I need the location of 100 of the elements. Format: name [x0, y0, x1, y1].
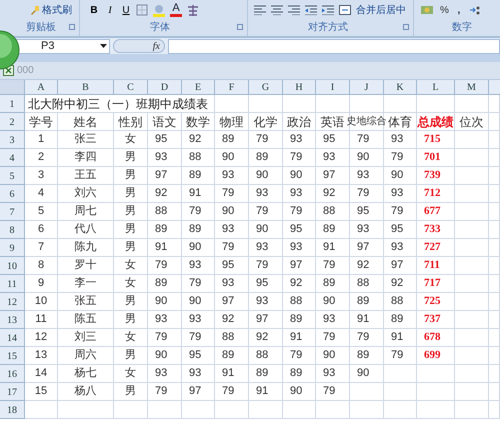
table-cell: 89: [215, 347, 249, 365]
row-header[interactable]: 11: [0, 275, 25, 293]
table-cell: 93: [384, 239, 417, 257]
insert-function-button[interactable]: fx: [152, 38, 160, 54]
underline-button[interactable]: U: [120, 2, 132, 18]
table-cell: 89: [350, 293, 384, 311]
table-cell: 92: [182, 131, 215, 149]
row-header[interactable]: 5: [0, 167, 25, 185]
decimal-icon[interactable]: [468, 4, 481, 16]
column-header[interactable]: E: [182, 80, 215, 94]
table-cell: 93: [316, 149, 350, 167]
font-color-button[interactable]: A: [172, 3, 180, 14]
row-header[interactable]: 18: [0, 401, 25, 419]
row-header[interactable]: 8: [0, 221, 25, 239]
table-cell: [384, 95, 417, 113]
table-cell: 79: [215, 185, 249, 203]
table-cell: 97: [283, 257, 316, 275]
table-cell: 9: [25, 275, 58, 293]
decrease-indent-icon[interactable]: [305, 5, 317, 15]
bold-button[interactable]: B: [88, 2, 100, 18]
column-header[interactable]: B: [58, 80, 114, 94]
column-header[interactable]: G: [249, 80, 283, 94]
row-header[interactable]: 9: [0, 239, 25, 257]
column-header[interactable]: H: [283, 80, 316, 94]
table-cell: [283, 401, 316, 419]
row-header[interactable]: 14: [0, 329, 25, 347]
table-cell: [489, 257, 500, 275]
table-cell: [455, 203, 489, 221]
table-cell: 93: [350, 221, 384, 239]
row-header[interactable]: 1: [0, 95, 25, 113]
table-cell: 89: [182, 167, 215, 185]
merge-center-button[interactable]: 合并后居中: [356, 2, 406, 18]
table-cell: 陈五: [58, 311, 114, 329]
sheet-title: 北大附中初三（一）班期中成绩表: [25, 95, 215, 113]
row-header[interactable]: 10: [0, 257, 25, 275]
phonetic-icon[interactable]: [186, 4, 200, 16]
column-header[interactable]: C: [114, 80, 148, 94]
align-left-icon[interactable]: [254, 5, 266, 15]
row-header[interactable]: 2: [0, 113, 25, 131]
column-header[interactable]: A: [25, 80, 58, 94]
row-header[interactable]: 15: [0, 347, 25, 365]
table-cell: 物理: [215, 113, 249, 131]
table-cell: 737: [417, 311, 455, 329]
table-cell: 91: [316, 239, 350, 257]
borders-icon[interactable]: [136, 4, 148, 16]
table-cell: 715: [417, 131, 455, 149]
comma-button[interactable]: ,: [454, 2, 463, 18]
increase-indent-icon[interactable]: [322, 5, 334, 15]
row-header[interactable]: 12: [0, 293, 25, 311]
table-cell: 男: [114, 167, 148, 185]
table-cell: 79: [350, 329, 384, 347]
align-center-icon[interactable]: [271, 5, 283, 15]
table-cell: 90: [249, 221, 283, 239]
column-header[interactable]: J: [350, 80, 384, 94]
table-cell: [489, 203, 500, 221]
column-header[interactable]: K: [384, 80, 417, 94]
row-header[interactable]: 13: [0, 311, 25, 329]
table-cell: 杨七: [58, 365, 114, 383]
column-header[interactable]: F: [215, 80, 249, 94]
fill-color-icon[interactable]: [152, 4, 166, 16]
table-cell: 79: [283, 149, 316, 167]
table-cell: 97: [182, 383, 215, 401]
row-header[interactable]: 16: [0, 365, 25, 383]
table-cell: [384, 401, 417, 419]
row-header[interactable]: 7: [0, 203, 25, 221]
column-header[interactable]: I: [316, 80, 350, 94]
table-cell: 王五: [58, 167, 114, 185]
table-cell: [455, 167, 489, 185]
table-cell: [489, 167, 500, 185]
row-header[interactable]: 17: [0, 383, 25, 401]
table-cell: 88: [316, 203, 350, 221]
dialog-launcher-icon[interactable]: [237, 24, 243, 30]
table-cell: [455, 149, 489, 167]
table-cell: 89: [148, 221, 182, 239]
row-header[interactable]: 6: [0, 185, 25, 203]
percent-button[interactable]: %: [440, 2, 449, 18]
dialog-launcher-icon[interactable]: [69, 24, 75, 30]
table-cell: 89: [316, 275, 350, 293]
table-cell: [489, 293, 500, 311]
table-cell: 89: [283, 311, 316, 329]
merge-cells-icon[interactable]: [339, 5, 351, 15]
table-cell: 90: [148, 347, 182, 365]
formula-input[interactable]: [168, 38, 500, 54]
dialog-launcher-icon[interactable]: [403, 24, 409, 30]
dropdown-icon[interactable]: [100, 44, 107, 48]
table-cell: 政治: [283, 113, 316, 131]
column-header[interactable]: L: [417, 80, 455, 94]
column-header[interactable]: M: [455, 80, 489, 94]
table-cell: 姓名: [58, 113, 114, 131]
table-cell: 周六: [58, 347, 114, 365]
table-cell: 90: [350, 365, 384, 383]
row-header[interactable]: 4: [0, 149, 25, 167]
row-header[interactable]: 3: [0, 131, 25, 149]
column-header[interactable]: D: [148, 80, 182, 94]
table-cell: 79: [350, 185, 384, 203]
table-cell: [249, 401, 283, 419]
italic-button[interactable]: I: [104, 2, 116, 18]
align-right-icon[interactable]: [288, 5, 300, 15]
table-cell: 79: [182, 203, 215, 221]
format-painter-button[interactable]: 格式刷: [42, 2, 72, 18]
